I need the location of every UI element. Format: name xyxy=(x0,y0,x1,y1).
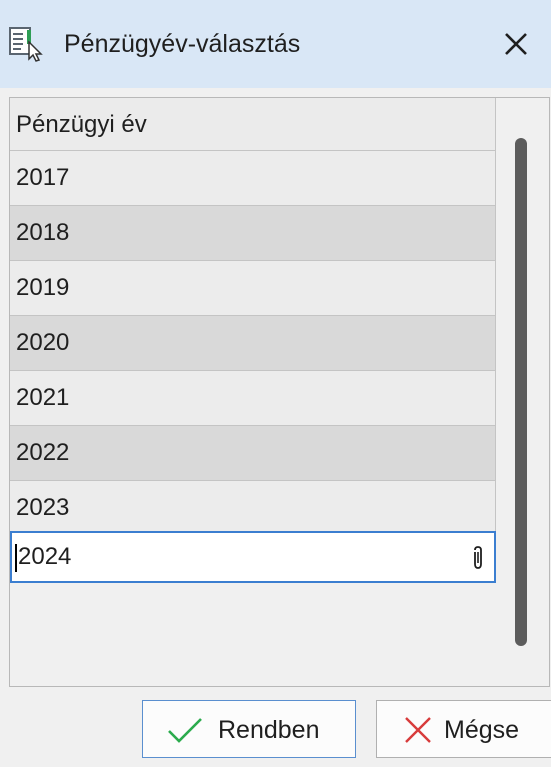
title-bar: Pénzügyév-választás xyxy=(0,0,551,88)
scrollbar-thumb[interactable] xyxy=(515,138,527,646)
ok-button[interactable]: Rendben xyxy=(142,700,356,758)
row-value: 2022 xyxy=(16,439,70,466)
grid-row-editing[interactable]: 2024 xyxy=(10,531,496,583)
text-caret xyxy=(15,543,17,572)
row-value: 2023 xyxy=(16,494,70,521)
grid-row[interactable]: 2022 xyxy=(10,426,496,481)
app-list-icon xyxy=(9,27,43,62)
cancel-button[interactable]: Mégse xyxy=(376,700,551,758)
grid-row[interactable]: 2019 xyxy=(10,261,496,316)
row-value: 2020 xyxy=(16,329,70,356)
ok-button-label: Rendben xyxy=(218,716,320,744)
paperclip-icon[interactable] xyxy=(470,545,486,571)
grid-row[interactable]: 2017 xyxy=(10,151,496,206)
close-icon[interactable] xyxy=(500,28,532,60)
grid-row[interactable]: 2018 xyxy=(10,206,496,261)
checkmark-icon xyxy=(168,718,202,743)
row-value: 2017 xyxy=(16,164,70,191)
vertical-scrollbar[interactable] xyxy=(498,98,549,686)
window-title: Pénzügyév-választás xyxy=(64,30,301,58)
row-value: 2024 xyxy=(18,543,72,570)
row-value: 2019 xyxy=(16,274,70,301)
grid-row[interactable]: 2021 xyxy=(10,371,496,426)
fiscal-year-list: Pénzügyi év 2017 2018 2019 2020 2021 202… xyxy=(10,98,498,686)
row-value: 2021 xyxy=(16,384,70,411)
row-value: 2018 xyxy=(16,219,70,246)
grid-row[interactable]: 2023 xyxy=(10,481,496,536)
x-icon xyxy=(405,717,431,743)
grid-row[interactable]: 2020 xyxy=(10,316,496,371)
fiscal-year-grid: Pénzügyi év 2017 2018 2019 2020 2021 202… xyxy=(9,97,550,687)
cancel-button-label: Mégse xyxy=(444,716,520,744)
column-header-fiscal-year[interactable]: Pénzügyi év xyxy=(10,98,496,151)
